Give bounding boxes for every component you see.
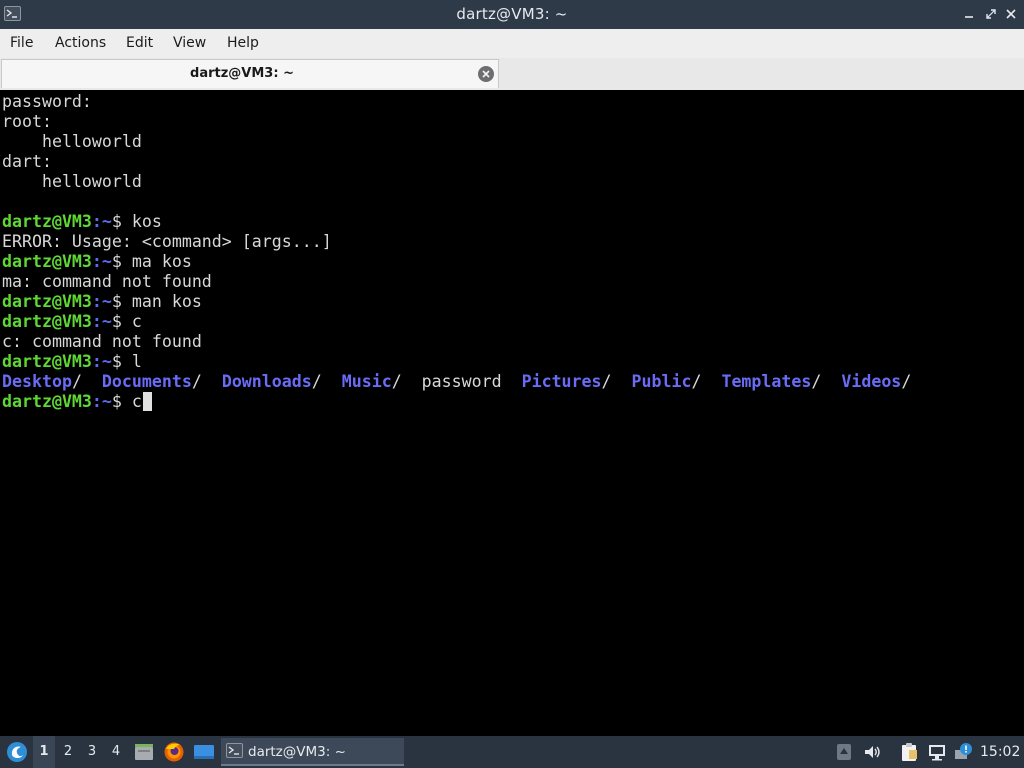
prompt-symbol: $ — [111, 392, 132, 411]
file-manager-icon[interactable] — [133, 741, 155, 763]
command-text: ma kos — [131, 252, 192, 271]
firefox-icon[interactable] — [163, 741, 185, 763]
command-text: c — [131, 312, 142, 331]
prompt-line: dartz@VM3:~$ ma kos — [2, 252, 192, 272]
window-title: dartz@VM3: ~ — [456, 5, 568, 23]
prompt-path: :~ — [91, 292, 112, 311]
ls-directory-entry: Documents/ — [101, 372, 202, 391]
prompt-line: dartz@VM3:~$ c — [2, 312, 142, 332]
command-text: l — [131, 352, 142, 371]
prompt-user: dartz@VM3 — [2, 352, 92, 371]
ls-directory-entry: Videos/ — [841, 372, 912, 391]
terminal-line: c: command not found — [2, 332, 202, 351]
network-icon[interactable] — [927, 742, 947, 762]
ls-output: Desktop/ Documents/ Downloads/ Music/ pa… — [2, 372, 911, 392]
prompt-path: :~ — [91, 352, 112, 371]
ls-file-entry: password — [421, 372, 502, 391]
workspace-3[interactable]: 3 — [81, 736, 103, 768]
minimize-icon[interactable] — [962, 7, 976, 21]
prompt-line: dartz@VM3:~$ kos — [2, 212, 162, 232]
prompt-user: dartz@VM3 — [2, 292, 92, 311]
command-text: kos — [131, 212, 162, 231]
clock[interactable]: 15:02 — [980, 744, 1020, 760]
scroll-up-icon[interactable] — [835, 743, 853, 761]
update-notifier-icon[interactable] — [954, 742, 974, 762]
menu-view[interactable]: View — [173, 35, 206, 51]
prompt-symbol: $ — [111, 252, 132, 271]
prompt-path: :~ — [91, 252, 112, 271]
terminal-line: dart: — [2, 152, 52, 171]
task-label: dartz@VM3: ~ — [248, 744, 346, 760]
ls-directory-entry: Public/ — [631, 372, 702, 391]
prompt-user: dartz@VM3 — [2, 312, 92, 331]
prompt-line: dartz@VM3:~$ c — [2, 392, 152, 412]
tab-bar: dartz@VM3: ~ — [0, 58, 1024, 90]
terminal-line: helloworld — [2, 132, 142, 151]
menu-file[interactable]: File — [10, 35, 33, 51]
prompt-symbol: $ — [111, 352, 132, 371]
volume-icon[interactable] — [863, 743, 881, 761]
menu-actions[interactable]: Actions — [55, 35, 106, 51]
command-text: c — [131, 392, 142, 411]
terminal-line: helloworld — [2, 172, 142, 191]
maximize-icon[interactable] — [984, 7, 998, 21]
terminal-icon — [226, 743, 243, 758]
prompt-user: dartz@VM3 — [2, 212, 92, 231]
workspace-4[interactable]: 4 — [105, 736, 127, 768]
menu-bar: File Actions Edit View Help — [0, 29, 1024, 58]
tab-close-icon[interactable] — [478, 66, 494, 82]
ls-directory-entry: Templates/ — [721, 372, 822, 391]
ls-directory-entry: Downloads/ — [221, 372, 322, 391]
taskbar: 1 2 3 4 dartz@VM3: ~ 15:02 — [0, 736, 1024, 768]
prompt-line: dartz@VM3:~$ man kos — [2, 292, 202, 312]
prompt-symbol: $ — [111, 212, 132, 231]
prompt-user: dartz@VM3 — [2, 392, 92, 411]
prompt-line: dartz@VM3:~$ l — [2, 352, 142, 372]
menu-help[interactable]: Help — [227, 35, 259, 51]
prompt-user: dartz@VM3 — [2, 252, 92, 271]
ls-directory-entry: Desktop/ — [2, 372, 82, 391]
ls-directory-entry: Music/ — [341, 372, 402, 391]
close-icon[interactable] — [1004, 7, 1018, 21]
lxqt-start-icon[interactable] — [5, 740, 29, 764]
prompt-path: :~ — [91, 392, 112, 411]
prompt-path: :~ — [91, 212, 112, 231]
window-titlebar[interactable]: dartz@VM3: ~ — [0, 0, 1024, 29]
prompt-symbol: $ — [111, 312, 132, 331]
taskbar-window-terminal[interactable]: dartz@VM3: ~ — [221, 738, 404, 766]
terminal-line: ma: command not found — [2, 272, 212, 291]
prompt-symbol: $ — [111, 292, 132, 311]
clipboard-icon[interactable] — [899, 742, 919, 762]
terminal-output[interactable]: password: root: helloworld dart: hellowo… — [0, 90, 1024, 736]
prompt-path: :~ — [91, 312, 112, 331]
text-cursor — [142, 392, 152, 411]
terminal-line: root: — [2, 112, 52, 131]
tab-terminal[interactable]: dartz@VM3: ~ — [1, 59, 499, 88]
terminal-line: password: — [2, 92, 92, 111]
ls-directory-entry: Pictures/ — [521, 372, 612, 391]
menu-edit[interactable]: Edit — [126, 35, 153, 51]
tab-label: dartz@VM3: ~ — [190, 66, 294, 81]
desktop-icon[interactable] — [193, 741, 215, 763]
workspace-1[interactable]: 1 — [33, 736, 55, 768]
terminal-line: ERROR: Usage: <command> [args...] — [2, 232, 332, 251]
command-text: man kos — [131, 292, 202, 311]
workspace-2[interactable]: 2 — [57, 736, 79, 768]
